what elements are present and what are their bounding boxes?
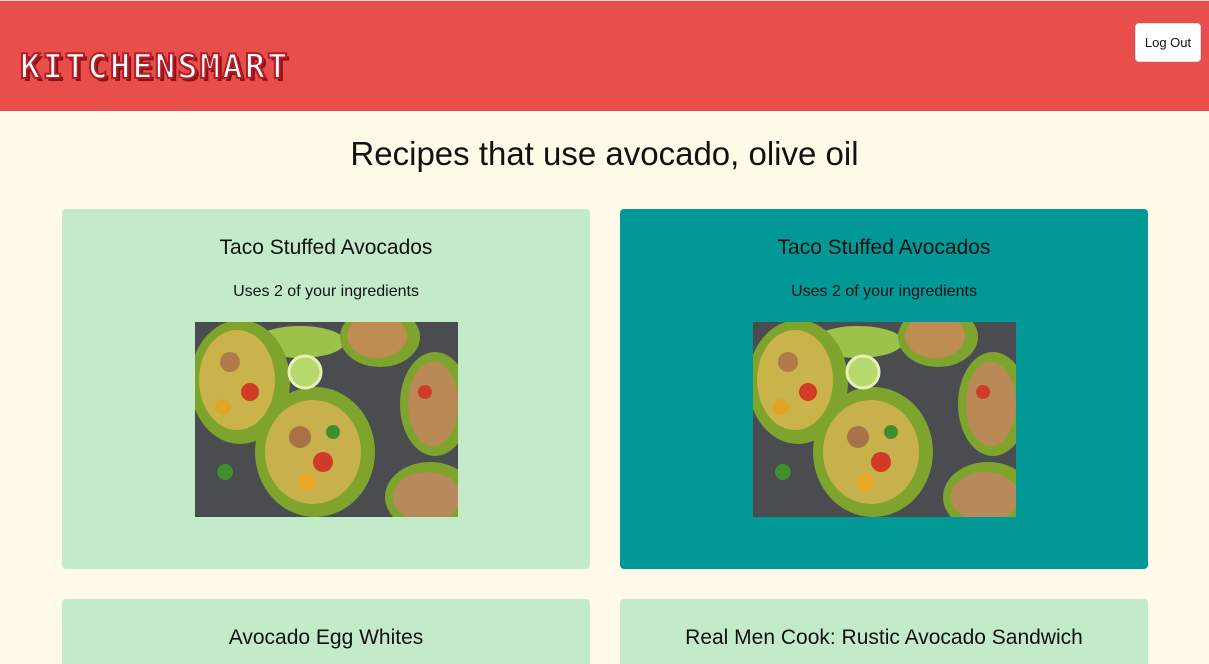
logout-button[interactable]: Log Out — [1135, 23, 1201, 62]
recipe-title: Taco Stuffed Avocados — [777, 236, 991, 259]
recipe-ingredient-count: Uses 2 of your ingredients — [791, 283, 977, 300]
recipe-photo — [752, 322, 1016, 517]
recipe-photo — [194, 322, 458, 517]
recipe-card[interactable]: Real Men Cook: Rustic Avocado Sandwich — [620, 599, 1148, 664]
page-title: Recipes that use avocado, olive oil — [350, 135, 859, 172]
app-logo[interactable]: KITCHENSMART — [19, 45, 290, 89]
app-header: KITCHENSMART Log Out — [0, 0, 1209, 111]
recipe-card[interactable]: Taco Stuffed Avocados Uses 2 of your ing… — [62, 209, 590, 569]
recipe-card-active[interactable]: Taco Stuffed Avocados Uses 2 of your ing… — [620, 209, 1148, 569]
recipe-title: Real Men Cook: Rustic Avocado Sandwich — [685, 626, 1083, 649]
recipe-title: Taco Stuffed Avocados — [219, 236, 433, 259]
recipe-title: Avocado Egg Whites — [228, 626, 424, 649]
recipe-ingredient-count: Uses 2 of your ingredients — [233, 283, 419, 300]
recipe-card[interactable]: Avocado Egg Whites — [62, 599, 590, 664]
